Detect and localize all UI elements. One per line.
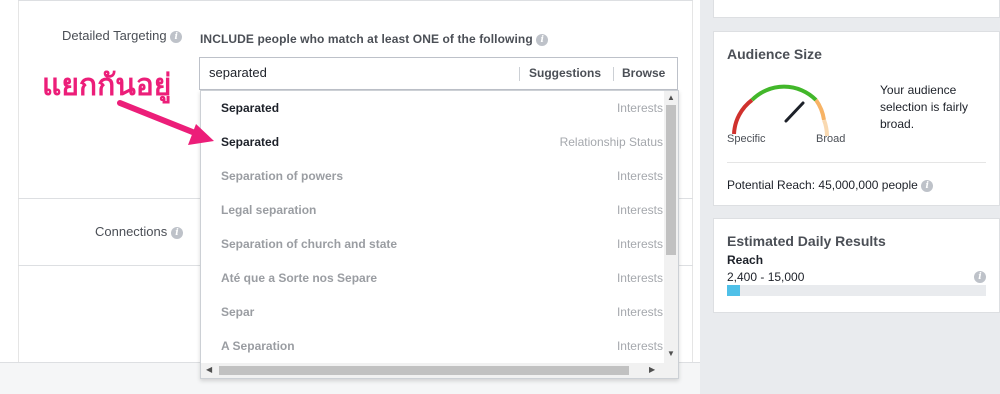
reach-bar-fill: [727, 285, 740, 296]
info-icon[interactable]: i: [921, 179, 934, 192]
potential-reach: Potential Reach: 45,000,000 people i: [727, 178, 934, 192]
daily-results-panel: Estimated Daily Results Reach 2,400 - 15…: [713, 218, 1000, 313]
gauge-broad-label: Broad: [816, 133, 846, 145]
reach-label: Reach: [727, 253, 764, 267]
daily-results-title: Estimated Daily Results: [727, 233, 886, 249]
top-panel: [713, 0, 1000, 18]
reach-bar: [727, 285, 986, 296]
audience-description: Your audience selection is fairly broad.: [880, 83, 969, 131]
gauge-specific-label: Specific: [727, 133, 766, 145]
audience-size-title: Audience Size: [727, 46, 822, 62]
info-icon[interactable]: i: [974, 271, 986, 283]
divider: [727, 162, 986, 163]
audience-gauge: [732, 84, 829, 137]
reach-value: 2,400 - 15,000: [727, 270, 805, 284]
audience-size-panel: Audience Size Specific Broad Your audien…: [713, 31, 1000, 206]
gauge-needle-icon: [784, 101, 805, 123]
